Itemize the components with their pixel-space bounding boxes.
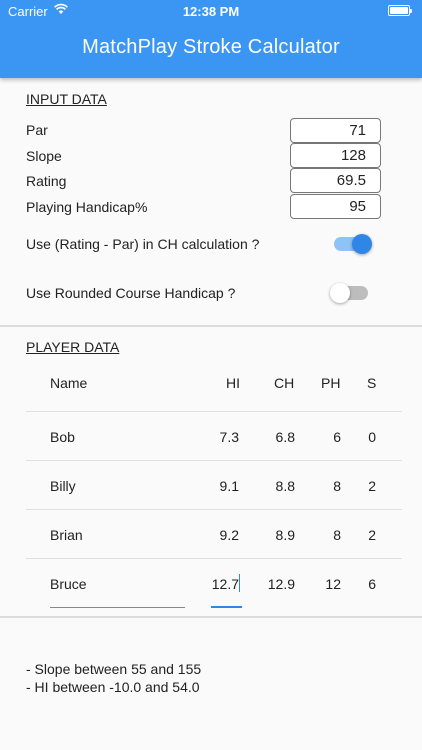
player-hi-input[interactable]: 9.2 bbox=[211, 527, 239, 543]
player-ch: 8.8 bbox=[275, 478, 295, 494]
row-divider bbox=[26, 460, 402, 461]
clock: 12:38 PM bbox=[182, 4, 240, 19]
input-section-title: INPUT DATA bbox=[26, 91, 107, 107]
slope-range-note: - Slope between 55 and 155 bbox=[26, 661, 202, 677]
toggle-knob bbox=[352, 234, 372, 254]
player-s: 0 bbox=[368, 429, 376, 445]
row-divider bbox=[26, 558, 402, 559]
name-underline bbox=[50, 607, 185, 608]
player-ch: 8.9 bbox=[275, 527, 295, 543]
rating-input[interactable]: 69.5 bbox=[290, 168, 381, 193]
toggle-knob bbox=[330, 283, 350, 303]
player-ch: 12.9 bbox=[267, 576, 295, 592]
player-name-input[interactable]: Brian bbox=[50, 527, 83, 543]
rating-par-toggle[interactable] bbox=[334, 234, 372, 254]
player-name-input[interactable]: Bob bbox=[50, 429, 75, 445]
par-label: Par bbox=[26, 122, 48, 138]
player-s: 2 bbox=[368, 527, 376, 543]
hi-underline-focused bbox=[211, 606, 242, 608]
rating-par-toggle-label: Use (Rating - Par) in CH calculation ? bbox=[26, 236, 260, 252]
row-divider bbox=[26, 509, 402, 510]
playing-handicap-label: Playing Handicap% bbox=[26, 199, 148, 215]
slope-input[interactable]: 128 bbox=[290, 143, 381, 168]
player-name-input[interactable]: Bruce bbox=[50, 576, 87, 592]
slope-label: Slope bbox=[26, 148, 62, 164]
section-divider bbox=[0, 325, 422, 327]
player-ph: 8 bbox=[333, 478, 341, 494]
player-name-input[interactable]: Billy bbox=[50, 478, 76, 494]
par-input[interactable]: 71 bbox=[290, 118, 381, 143]
hi-range-note: - HI between -10.0 and 54.0 bbox=[26, 679, 200, 695]
player-ph: 8 bbox=[333, 527, 341, 543]
app-bar: Carrier 12:38 PM MatchPlay Stroke Calcul… bbox=[0, 0, 422, 78]
battery-icon bbox=[388, 5, 412, 16]
col-name-header: Name bbox=[50, 375, 88, 391]
rating-label: Rating bbox=[26, 173, 67, 189]
app-title: MatchPlay Stroke Calculator bbox=[82, 36, 340, 58]
rounded-ch-toggle[interactable] bbox=[330, 283, 368, 303]
text-cursor bbox=[239, 574, 240, 592]
col-ph-header: PH bbox=[321, 375, 341, 391]
col-s-header: S bbox=[367, 375, 377, 391]
player-ph: 6 bbox=[333, 429, 341, 445]
playing-handicap-input[interactable]: 95 bbox=[290, 194, 381, 219]
player-section-title: PLAYER DATA bbox=[26, 339, 120, 355]
col-hi-header: HI bbox=[226, 375, 240, 391]
player-hi-input[interactable]: 9.1 bbox=[211, 478, 239, 494]
player-ch: 6.8 bbox=[275, 429, 295, 445]
section-divider bbox=[0, 616, 422, 618]
player-hi-input[interactable]: 12.7 bbox=[207, 576, 239, 592]
status-bar: Carrier 12:38 PM bbox=[0, 0, 422, 22]
table-header-divider bbox=[26, 411, 402, 412]
player-ph: 12 bbox=[325, 576, 341, 592]
player-s: 6 bbox=[368, 576, 376, 592]
player-s: 2 bbox=[368, 478, 376, 494]
player-hi-input[interactable]: 7.3 bbox=[211, 429, 239, 445]
col-ch-header: CH bbox=[274, 375, 295, 391]
rounded-ch-toggle-label: Use Rounded Course Handicap ? bbox=[26, 285, 236, 301]
